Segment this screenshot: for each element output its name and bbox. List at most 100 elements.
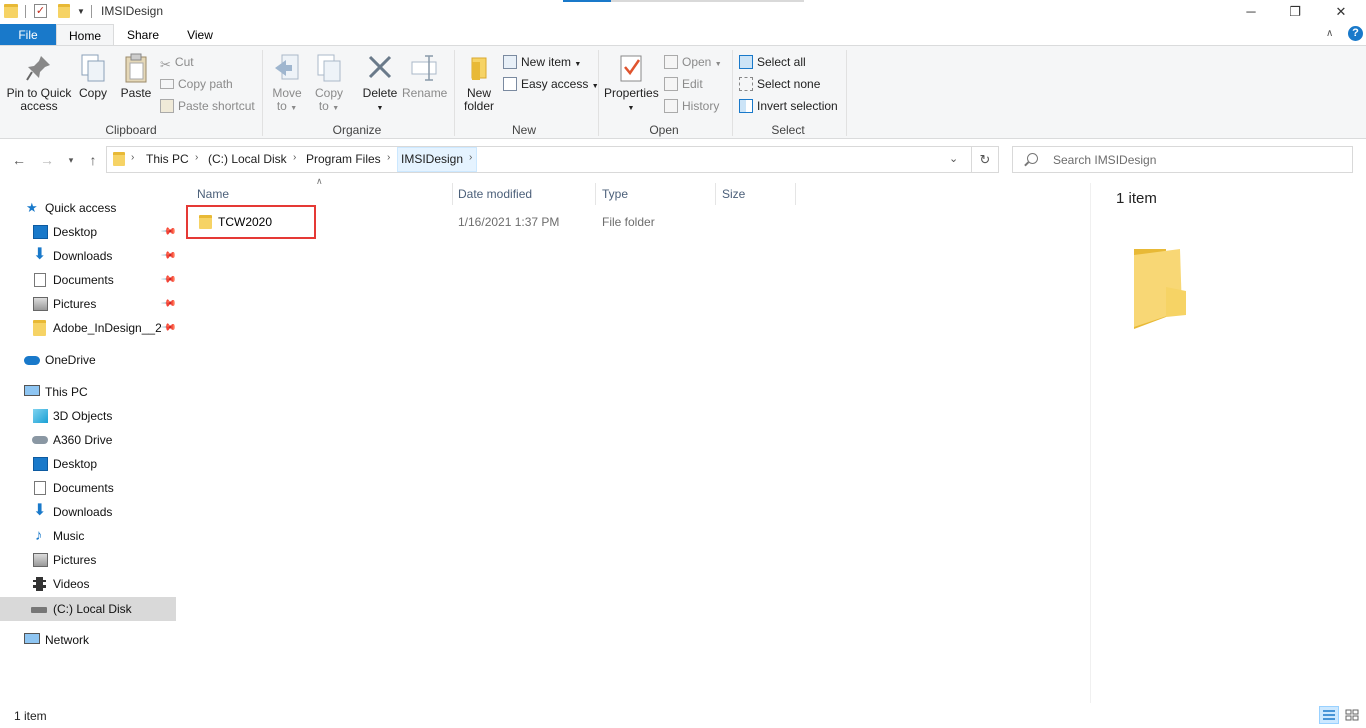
- paste-button[interactable]: Paste: [118, 52, 154, 100]
- restore-button[interactable]: ❐: [1272, 0, 1318, 24]
- sidebar-item-videos[interactable]: Videos: [0, 573, 176, 595]
- column-separator[interactable]: [452, 183, 453, 205]
- new-folder-button[interactable]: New folder: [460, 52, 498, 113]
- sidebar-item-quick-access[interactable]: ★ Quick access: [0, 197, 176, 219]
- column-header-date-modified[interactable]: Date modified: [458, 183, 532, 205]
- pin-icon[interactable]: 📌: [156, 268, 180, 292]
- download-arrow-icon: ⬇: [33, 246, 47, 263]
- back-arrow-icon[interactable]: ←: [10, 150, 28, 170]
- pin-to-quick-access-button[interactable]: Pin to Quick access: [6, 52, 72, 113]
- breadcrumb-this-pc[interactable]: This PC: [146, 152, 189, 166]
- sidebar-item-downloads[interactable]: ⬇ Downloads 📌: [0, 245, 177, 267]
- sidebar-item-pictures[interactable]: Pictures 📌: [0, 293, 177, 315]
- copy-to-button[interactable]: Copy to ▼: [312, 52, 346, 115]
- tab-file[interactable]: File: [0, 24, 56, 46]
- preview-pane-separator[interactable]: [1090, 183, 1091, 703]
- paste-icon: [125, 53, 147, 83]
- navigation-bar: ← → ▾ ↑ › This PC › (C:) Local Disk › Pr…: [0, 145, 1366, 175]
- new-item-icon: [503, 55, 517, 69]
- sidebar-item-pictures-pc[interactable]: Pictures: [0, 549, 176, 571]
- recent-locations-chevron-icon[interactable]: ▾: [62, 150, 80, 170]
- star-icon: ★: [26, 200, 38, 215]
- help-icon[interactable]: ?: [1348, 26, 1363, 41]
- breadcrumb-chevron-icon[interactable]: ›: [387, 152, 390, 163]
- edit-button[interactable]: Edit: [664, 74, 703, 94]
- new-folder-quick-icon[interactable]: [58, 4, 70, 18]
- sidebar-item-music[interactable]: ♪ Music: [0, 525, 176, 547]
- column-separator[interactable]: [595, 183, 596, 205]
- tab-view[interactable]: View: [172, 24, 228, 46]
- sidebar-item-adobe-indesign[interactable]: Adobe_InDesign__20 📌: [0, 317, 177, 339]
- window-title: IMSIDesign: [101, 4, 164, 18]
- breadcrumb-chevron-icon[interactable]: ›: [131, 152, 134, 163]
- column-separator[interactable]: [795, 183, 796, 205]
- select-all-button[interactable]: Select all: [739, 52, 806, 72]
- open-icon: [664, 55, 678, 69]
- sidebar-item-local-disk[interactable]: (C:) Local Disk: [0, 597, 176, 621]
- address-history-chevron-icon[interactable]: ⌄: [949, 152, 958, 165]
- group-label-organize: Organize: [332, 123, 382, 137]
- search-input[interactable]: Search IMSIDesign: [1012, 146, 1353, 173]
- breadcrumb-local-disk[interactable]: (C:) Local Disk: [208, 152, 287, 166]
- easy-access-button[interactable]: Easy access ▼: [503, 74, 599, 94]
- tab-home[interactable]: Home: [56, 24, 114, 46]
- select-none-button[interactable]: Select none: [739, 74, 820, 94]
- customize-quick-access-chevron-icon[interactable]: ▼: [77, 7, 85, 16]
- column-header-size[interactable]: Size: [722, 183, 745, 205]
- pin-icon[interactable]: 📌: [156, 220, 180, 244]
- properties-icon: [620, 55, 642, 82]
- rename-icon: [411, 55, 437, 81]
- sidebar-item-a360-drive[interactable]: A360 Drive: [0, 429, 176, 451]
- column-header-type[interactable]: Type: [602, 183, 628, 205]
- copy-button[interactable]: Copy: [76, 52, 110, 100]
- tab-share[interactable]: Share: [114, 24, 172, 46]
- folder-icon: [1134, 249, 1186, 329]
- delete-button[interactable]: Delete ▼: [360, 52, 400, 115]
- cut-button[interactable]: ✂ Cut: [160, 52, 194, 72]
- folder-icon: [4, 4, 18, 18]
- sidebar-item-downloads-pc[interactable]: ⬇ Downloads: [0, 501, 176, 523]
- rename-button[interactable]: Rename: [402, 52, 447, 100]
- sidebar-item-desktop[interactable]: Desktop 📌: [0, 221, 177, 243]
- sidebar-item-onedrive[interactable]: OneDrive: [0, 349, 176, 371]
- close-button[interactable]: ✕: [1318, 0, 1364, 24]
- details-view-icon[interactable]: [1319, 706, 1339, 724]
- history-button[interactable]: History: [664, 96, 719, 116]
- invert-selection-button[interactable]: Invert selection: [739, 96, 838, 116]
- refresh-icon[interactable]: ↻: [972, 146, 999, 173]
- properties-quick-icon[interactable]: ✓: [34, 4, 47, 18]
- properties-button[interactable]: Properties ▼: [604, 52, 659, 115]
- sidebar-item-documents[interactable]: Documents 📌: [0, 269, 177, 291]
- minimize-button[interactable]: ─: [1228, 0, 1274, 24]
- new-item-button[interactable]: New item ▼: [503, 52, 581, 72]
- breadcrumb-chevron-icon[interactable]: ›: [469, 152, 472, 163]
- sidebar-item-documents-pc[interactable]: Documents: [0, 477, 176, 499]
- collapse-ribbon-chevron-icon[interactable]: ∧: [1326, 28, 1333, 39]
- up-arrow-icon[interactable]: ↑: [84, 150, 102, 170]
- large-icons-view-icon[interactable]: [1342, 706, 1362, 724]
- breadcrumb-chevron-icon[interactable]: ›: [293, 152, 296, 163]
- copy-icon: [81, 54, 105, 82]
- sidebar-item-network[interactable]: Network: [0, 629, 176, 651]
- breadcrumb-chevron-icon[interactable]: ›: [195, 152, 198, 163]
- sidebar-item-3d-objects[interactable]: 3D Objects: [0, 405, 176, 427]
- paste-shortcut-button[interactable]: Paste shortcut: [160, 96, 255, 116]
- copy-path-button[interactable]: Copy path: [160, 74, 233, 94]
- group-label-new: New: [511, 123, 536, 137]
- navigation-pane: ★ Quick access Desktop 📌 ⬇ Downloads 📌 D…: [0, 196, 177, 696]
- separator: [91, 5, 92, 18]
- breadcrumb-program-files[interactable]: Program Files: [306, 152, 381, 166]
- column-header-name[interactable]: Name: [197, 183, 229, 205]
- forward-arrow-icon[interactable]: →: [38, 150, 56, 170]
- title-accent: [563, 0, 611, 2]
- pin-icon[interactable]: 📌: [156, 292, 180, 316]
- move-to-button[interactable]: Move to ▼: [270, 52, 304, 115]
- sidebar-item-desktop-pc[interactable]: Desktop: [0, 453, 176, 475]
- sidebar-item-this-pc[interactable]: This PC: [0, 381, 176, 403]
- address-bar[interactable]: › This PC › (C:) Local Disk › Program Fi…: [106, 146, 972, 173]
- copy-to-icon: [317, 54, 341, 82]
- pin-icon[interactable]: 📌: [156, 244, 180, 268]
- breadcrumb-imsidesign[interactable]: IMSIDesign: [401, 152, 463, 166]
- open-button[interactable]: Open ▼: [664, 52, 722, 72]
- column-separator[interactable]: [715, 183, 716, 205]
